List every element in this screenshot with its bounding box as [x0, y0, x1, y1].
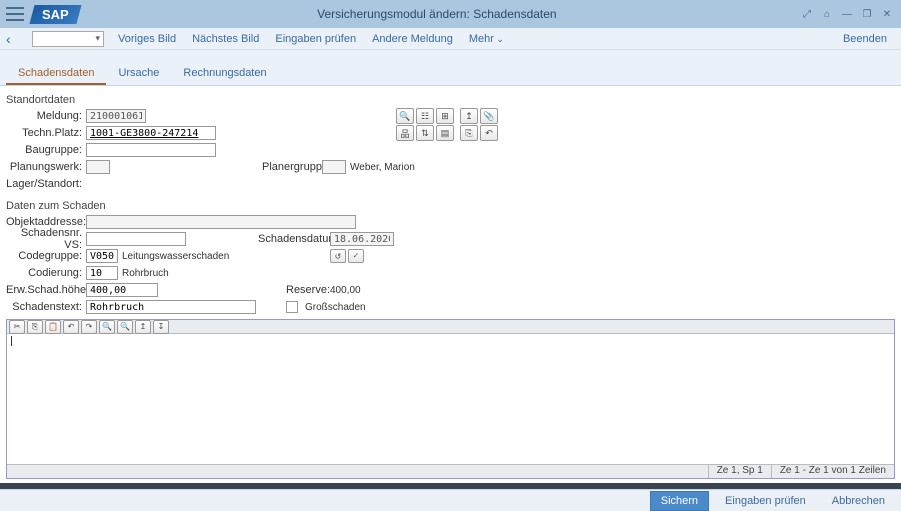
tree-icon[interactable]: ⊞	[436, 108, 454, 124]
tab-schadensdaten[interactable]: Schadensdaten	[6, 63, 106, 85]
find-icon[interactable]: 🔍	[99, 320, 115, 334]
sort-icon[interactable]: ⇅	[416, 125, 434, 141]
input-baugruppe[interactable]	[86, 143, 216, 157]
editor-status-bar: Ze 1, Sp 1 Ze 1 - Ze 1 von 1 Zeilen	[7, 464, 894, 478]
sichern-button[interactable]: Sichern	[650, 491, 709, 511]
checkbox-grossschaden[interactable]	[286, 301, 298, 313]
export-icon[interactable]: ↧	[153, 320, 169, 334]
section-standortdaten: Standortdaten	[6, 94, 895, 106]
beenden-link[interactable]: Beenden	[843, 33, 887, 45]
label-planungswerk: Planungswerk:	[6, 161, 86, 173]
editor-body[interactable]	[7, 334, 894, 464]
input-meldung	[86, 109, 146, 123]
label-codierung: Codierung:	[6, 267, 86, 279]
section-schaden: Daten zum Schaden	[6, 200, 895, 212]
expand-icon[interactable]: ⤢	[799, 6, 815, 22]
cut-icon[interactable]: ✂	[9, 320, 25, 334]
text-codierung: Rohrbruch	[118, 268, 169, 279]
input-schadensnrvs[interactable]	[86, 232, 186, 246]
copy2-icon[interactable]: ⎘	[27, 320, 43, 334]
attach-icon[interactable]: 📎	[480, 108, 498, 124]
label-schadensdatum: Schadensdatum:	[258, 233, 330, 245]
label-grossschaden: Großschaden	[301, 302, 366, 313]
input-erwschadhoehe[interactable]	[86, 283, 158, 297]
abbrechen-button[interactable]: Abbrechen	[822, 492, 895, 510]
document-icon[interactable]: ▤	[436, 125, 454, 141]
label-baugruppe: Baugruppe:	[6, 144, 86, 156]
replace-icon[interactable]: 🔍	[117, 320, 133, 334]
label-schadensnrvs: Schadensnr. VS:	[6, 227, 86, 251]
detail-icon[interactable]: ☷	[416, 108, 434, 124]
tab-ursache[interactable]: Ursache	[106, 63, 171, 85]
input-codegruppe[interactable]	[86, 249, 118, 263]
zoom-icon[interactable]: 🔍	[396, 108, 414, 124]
label-lagerstandort: Lager/Standort:	[6, 178, 86, 190]
import-icon[interactable]: ↥	[135, 320, 151, 334]
sap-logo: SAP	[29, 5, 81, 24]
hamburger-menu-icon[interactable]	[6, 7, 24, 21]
close-icon[interactable]: ✕	[879, 6, 895, 22]
confirm-icon[interactable]	[348, 249, 364, 263]
content-area: Standortdaten Meldung: 🔍 ☷ ⊞ ↥ 📎 Techn.P…	[0, 86, 901, 483]
label-erwschadhoehe: Erw.Schad.höhe:	[6, 284, 86, 296]
command-combo[interactable]	[32, 31, 104, 47]
hierarchy-icon[interactable]: 品	[396, 125, 414, 141]
label-technplatz: Techn.Platz:	[6, 127, 86, 139]
tabs-bar: Schadensdaten Ursache Rechnungsdaten	[0, 50, 901, 86]
eingaben-pruefen-link[interactable]: Eingaben prüfen	[275, 33, 356, 45]
undo2-icon[interactable]: ↶	[63, 320, 79, 334]
minimize-icon[interactable]: —	[839, 6, 855, 22]
label-reserve: Reserve:	[286, 284, 326, 296]
input-technplatz[interactable]	[86, 126, 216, 140]
footer: Sichern Eingaben prüfen Abbrechen	[0, 489, 901, 511]
label-planergruppe: Planergruppe:	[262, 161, 322, 173]
status-cursor-pos: Ze 1, Sp 1	[708, 465, 771, 478]
longtext-editor: ✂ ⎘ 📋 ↶ ↷ 🔍 🔍 ↥ ↧ Ze 1, Sp 1 Ze 1 - Ze 1…	[6, 319, 895, 479]
input-planungswerk	[86, 160, 110, 174]
home-icon[interactable]: ⌂	[819, 6, 835, 22]
input-schadenstext[interactable]	[86, 300, 256, 314]
label-schadenstext: Schadenstext:	[6, 301, 86, 313]
eingaben-pruefen-button[interactable]: Eingaben prüfen	[715, 492, 816, 510]
voriges-bild-link[interactable]: Voriges Bild	[118, 33, 176, 45]
label-meldung: Meldung:	[6, 110, 86, 122]
text-codegruppe: Leitungswasserschaden	[118, 251, 248, 262]
naechstes-bild-link[interactable]: Nächstes Bild	[192, 33, 259, 45]
andere-meldung-link[interactable]: Andere Meldung	[372, 33, 453, 45]
input-codierung[interactable]	[86, 266, 118, 280]
upload-icon[interactable]: ↥	[460, 108, 478, 124]
input-planergruppe	[322, 160, 346, 174]
reset-icon[interactable]: ↺	[330, 249, 346, 263]
toolbar: ‹ Voriges Bild Nächstes Bild Eingaben pr…	[0, 28, 901, 50]
text-reserve: 400,00	[326, 285, 361, 296]
window-title: Versicherungsmodul ändern: Schadensdaten	[79, 7, 795, 21]
label-codegruppe: Codegruppe:	[6, 250, 86, 262]
mehr-dropdown[interactable]: Mehr	[469, 33, 504, 45]
back-icon[interactable]: ‹	[6, 31, 26, 47]
copy-icon[interactable]: ⎘	[460, 125, 478, 141]
undo-icon[interactable]: ↶	[480, 125, 498, 141]
paste-icon[interactable]: 📋	[45, 320, 61, 334]
status-line-range: Ze 1 - Ze 1 von 1 Zeilen	[771, 465, 894, 478]
input-objektaddresse	[86, 215, 356, 229]
redo-icon[interactable]: ↷	[81, 320, 97, 334]
title-bar: SAP Versicherungsmodul ändern: Schadensd…	[0, 0, 901, 28]
input-schadensdatum	[330, 232, 394, 246]
text-planergruppe-name: Weber, Marion	[346, 162, 415, 173]
maximize-icon[interactable]: ❐	[859, 6, 875, 22]
tab-rechnungsdaten[interactable]: Rechnungsdaten	[171, 63, 278, 85]
editor-toolbar: ✂ ⎘ 📋 ↶ ↷ 🔍 🔍 ↥ ↧	[7, 320, 894, 334]
